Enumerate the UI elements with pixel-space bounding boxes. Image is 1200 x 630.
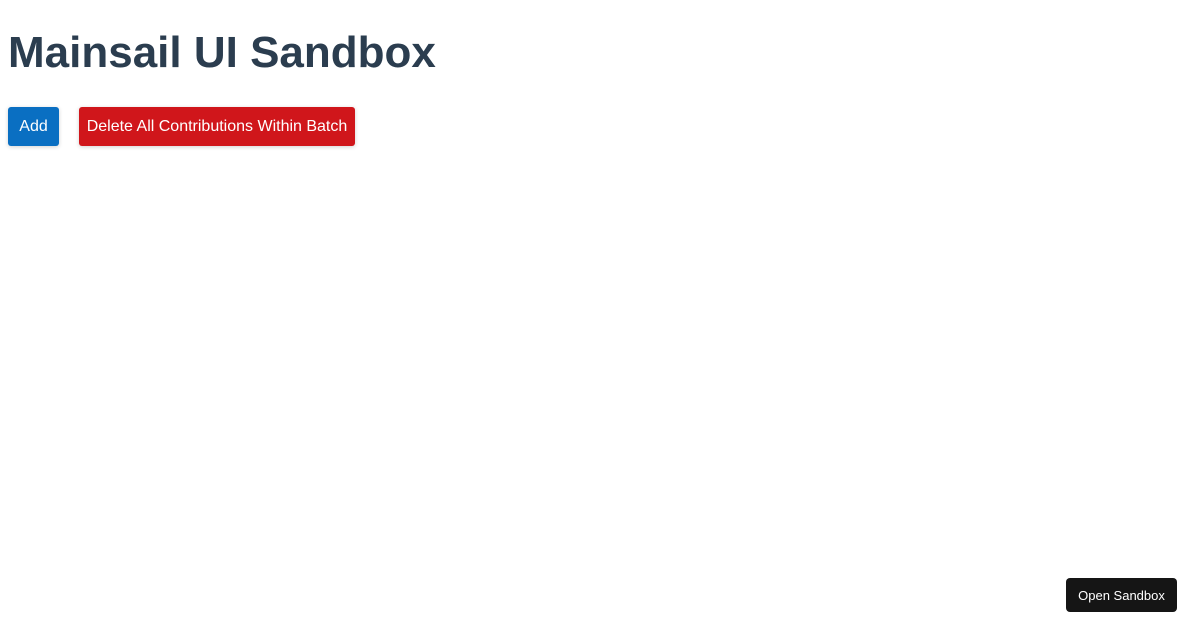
delete-all-contributions-button[interactable]: Delete All Contributions Within Batch	[79, 107, 355, 146]
add-button[interactable]: Add	[8, 107, 59, 146]
page-title: Mainsail UI Sandbox	[8, 28, 436, 77]
open-sandbox-button[interactable]: Open Sandbox	[1066, 578, 1177, 612]
page: Mainsail UI Sandbox Add Delete All Contr…	[0, 0, 1200, 630]
action-bar: Add Delete All Contributions Within Batc…	[8, 107, 355, 146]
